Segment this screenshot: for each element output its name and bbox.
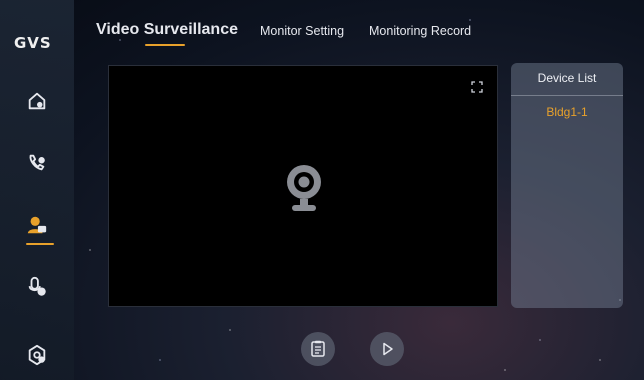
- record-list-button[interactable]: [301, 332, 335, 366]
- play-button[interactable]: [370, 332, 404, 366]
- tab-video-surveillance[interactable]: Video Surveillance: [96, 21, 238, 39]
- tab-active-underline: [145, 44, 185, 46]
- home-icon: [28, 92, 46, 110]
- record-list-icon: [311, 340, 325, 357]
- microphone-icon: [28, 276, 46, 296]
- sidebar-item-audio[interactable]: [22, 272, 52, 302]
- play-icon: [383, 342, 393, 356]
- settings-icon: [28, 344, 46, 366]
- tab-monitor-setting[interactable]: Monitor Setting: [260, 24, 344, 38]
- phone-icon: [29, 154, 45, 171]
- device-list-title: Device List: [537, 71, 597, 85]
- sidebar-item-surveillance[interactable]: [22, 210, 52, 240]
- sidebar-item-home[interactable]: [22, 86, 52, 116]
- video-viewport[interactable]: [108, 65, 498, 307]
- tab-monitoring-record[interactable]: Monitoring Record: [369, 24, 471, 38]
- sidebar: GVS: [0, 0, 74, 380]
- user-camera-icon: [27, 216, 47, 234]
- webcam-icon: [287, 165, 321, 211]
- device-list-divider: [511, 95, 623, 96]
- brand-logo: GVS: [14, 34, 52, 52]
- fullscreen-icon[interactable]: [471, 81, 483, 93]
- sidebar-item-intercom[interactable]: [22, 148, 52, 178]
- sidebar-item-settings[interactable]: [22, 340, 52, 370]
- sidebar-active-indicator: [26, 243, 54, 245]
- device-list-panel: Device List Bldg1-1: [511, 63, 623, 308]
- device-item-bldg1-1[interactable]: Bldg1-1: [511, 105, 623, 119]
